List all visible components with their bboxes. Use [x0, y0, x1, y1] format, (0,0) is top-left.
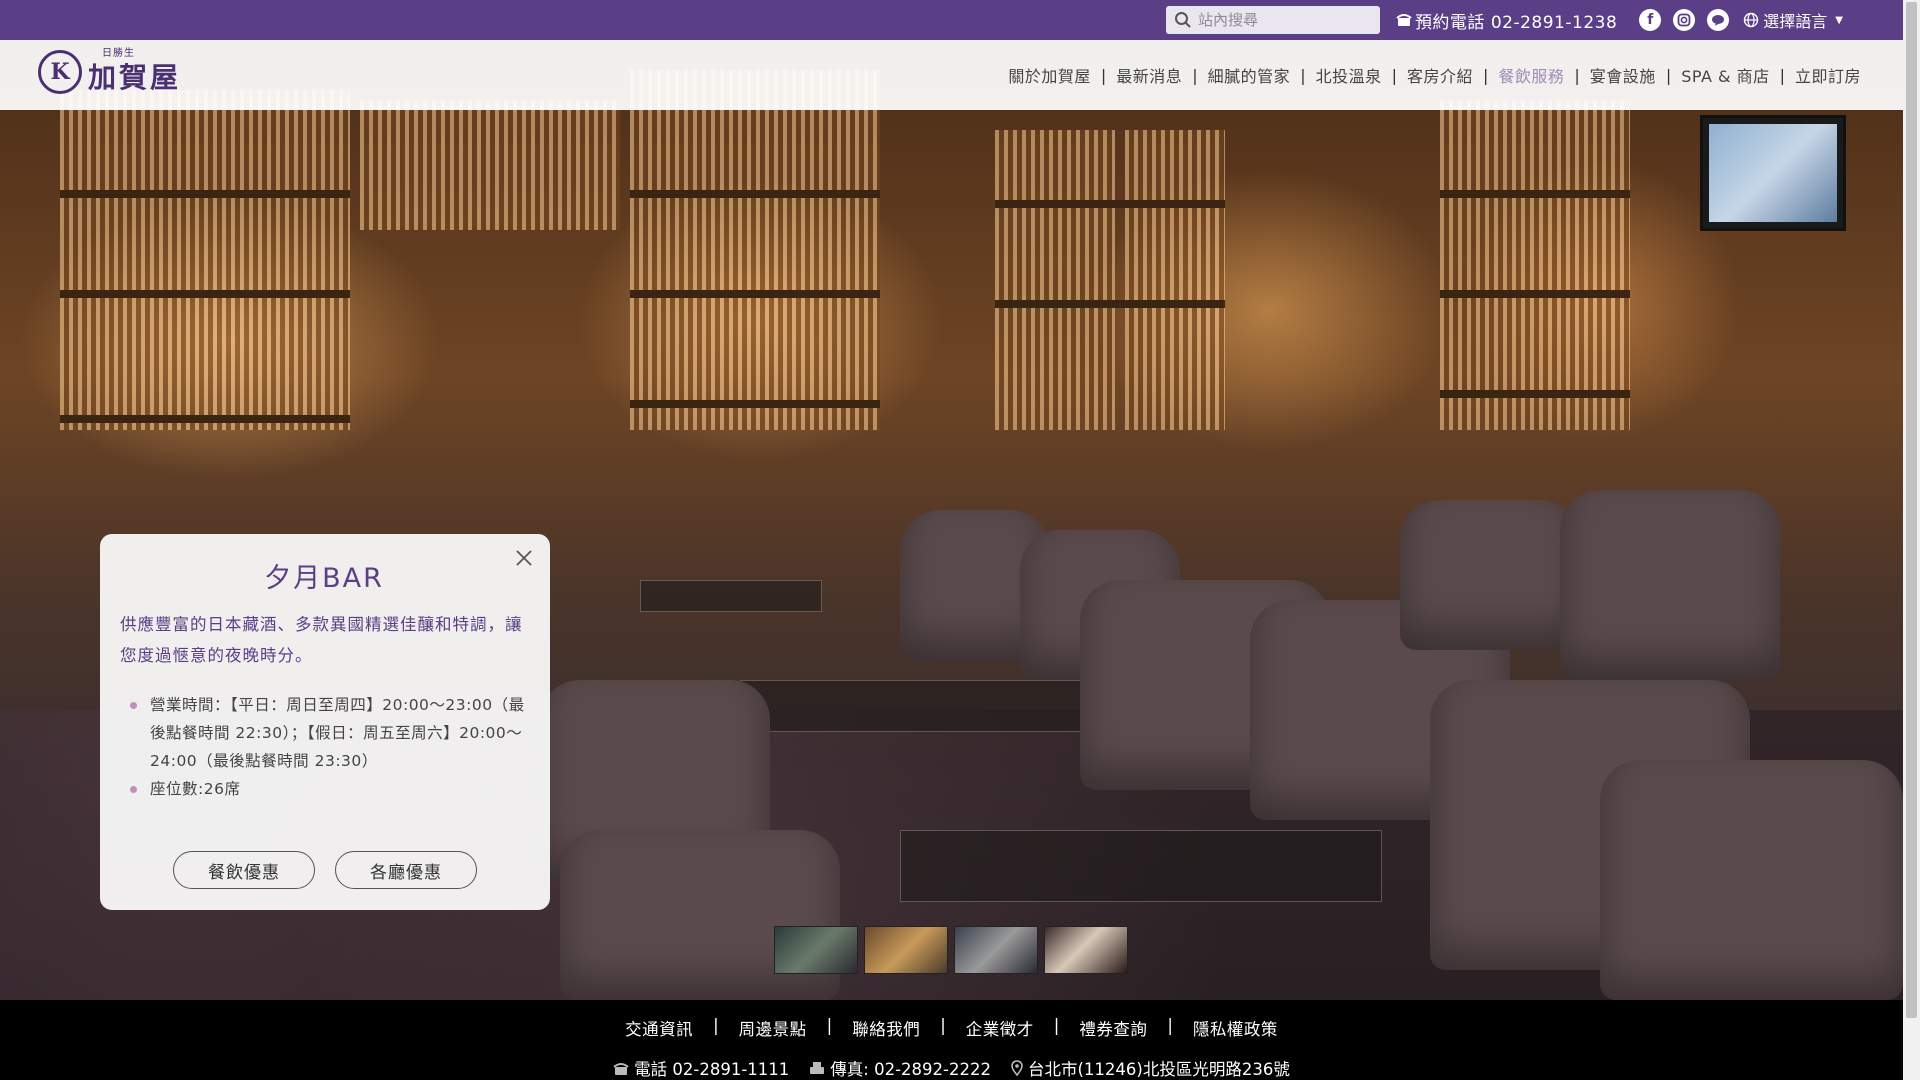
thumbnail[interactable] [1044, 926, 1128, 974]
nav-book-now[interactable]: 立即訂房 [1795, 63, 1861, 87]
nav-hot-spring[interactable]: 北投溫泉 [1316, 63, 1382, 87]
close-icon[interactable] [512, 546, 536, 570]
phone-icon [613, 1062, 629, 1075]
footer-link-privacy[interactable]: 隱私權政策 [1193, 1016, 1278, 1040]
armchair [560, 830, 840, 1000]
nav-spa-shop[interactable]: SPA & 商店 [1681, 63, 1769, 87]
line-icon[interactable] [1707, 9, 1730, 31]
footer-links: 交通資訊 | 周邊景點 | 聯絡我們 | 企業徵才 | 禮券查詢 | 隱私權政策 [625, 1016, 1278, 1040]
liquor-shelf [995, 130, 1115, 430]
main-nav: 關於加賀屋 | 最新消息 | 細膩的管家 | 北投溫泉 | 客房介紹 | 餐飲服… [1008, 40, 1861, 110]
instagram-icon[interactable] [1673, 9, 1696, 31]
globe-icon [1744, 12, 1759, 28]
search-input[interactable] [1195, 10, 1370, 30]
opening-hours: 營業時間：【平日：周日至周四】20:00～23:00（最後點餐時間 22:30）… [120, 691, 528, 775]
nav-about[interactable]: 關於加賀屋 [1008, 63, 1091, 87]
glass-table [900, 830, 1382, 902]
venue-title: 夕月BAR [264, 563, 384, 594]
booking-phone-label: 預約電話 02-2891-1238 [1414, 12, 1618, 33]
language-label: 選擇語言 [1763, 12, 1828, 31]
dining-offers-button[interactable]: 餐飲優惠 [173, 851, 315, 889]
nav-butler[interactable]: 細膩的管家 [1208, 63, 1291, 87]
logo-subtitle: 日勝生 [102, 48, 135, 59]
liquor-shelf [630, 70, 880, 430]
television [1700, 115, 1846, 231]
page-scrollbar[interactable] [1903, 0, 1920, 1080]
liquor-shelf [60, 90, 350, 430]
footer-link-contact[interactable]: 聯絡我們 [852, 1016, 920, 1040]
fax-icon [810, 1061, 825, 1074]
thumbnail[interactable] [864, 926, 948, 974]
search-icon[interactable] [1174, 11, 1192, 29]
venue-offers-button[interactable]: 各廳優惠 [335, 851, 477, 889]
footer-link-voucher[interactable]: 禮券查詢 [1079, 1016, 1147, 1040]
glass-table [740, 680, 1122, 732]
footer-phone: 電話 02-2891-1111 [613, 1056, 789, 1080]
scrollbar-thumb[interactable] [1906, 2, 1917, 1018]
venue-description: 供應豐富的日本藏酒、多款異國精選佳釀和特調，讓您度過愜意的夜晚時分。 [120, 615, 523, 665]
glass-table [640, 580, 822, 612]
footer-link-traffic[interactable]: 交通資訊 [625, 1016, 693, 1040]
main-header: K 日勝生 加賀屋 關於加賀屋 | 最新消息 | 細膩的管家 | 北投溫泉 | … [0, 40, 1903, 110]
liquor-shelf [360, 100, 620, 230]
nav-rooms[interactable]: 客房介紹 [1407, 63, 1473, 87]
armchair [1400, 500, 1580, 650]
nav-news[interactable]: 最新消息 [1116, 63, 1182, 87]
thumbnail[interactable] [954, 926, 1038, 974]
liquor-shelf [1440, 100, 1630, 430]
facebook-icon[interactable]: f [1639, 9, 1662, 31]
site-search[interactable] [1165, 6, 1380, 34]
nav-dining[interactable]: 餐飲服務 [1498, 63, 1564, 87]
armchair [1600, 760, 1903, 1000]
footer-link-careers[interactable]: 企業徵才 [966, 1016, 1034, 1040]
logo[interactable]: K 日勝生 加賀屋 [38, 48, 181, 96]
footer-link-attractions[interactable]: 周邊景點 [739, 1016, 807, 1040]
nav-banquet[interactable]: 宴會設施 [1590, 63, 1656, 87]
venue-details: 營業時間：【平日：周日至周四】20:00～23:00（最後點餐時間 22:30）… [120, 691, 528, 803]
phone-icon [1396, 14, 1412, 26]
footer-contact-info: 電話 02-2891-1111 傳真: 02-2892-2222 台北市(112… [0, 1056, 1903, 1080]
footer: 交通資訊 | 周邊景點 | 聯絡我們 | 企業徵才 | 禮券查詢 | 隱私權政策… [0, 1000, 1903, 1080]
map-pin-icon [1011, 1060, 1023, 1076]
top-bar: 預約電話 02-2891-1238 f 選擇語言 ▼ [0, 0, 1903, 40]
liquor-shelf [1125, 130, 1225, 430]
gallery-thumbnails [774, 926, 1128, 974]
armchair [1560, 490, 1780, 680]
seat-count: 座位數:26席 [120, 775, 528, 803]
booking-phone: 預約電話 02-2891-1238 [1396, 8, 1617, 33]
thumbnail[interactable] [774, 926, 858, 974]
footer-fax: 傳真: 02-2892-2222 [809, 1056, 991, 1080]
logo-title: 加賀屋 [88, 61, 182, 94]
language-selector[interactable]: 選擇語言 ▼ [1743, 8, 1843, 32]
chevron-down-icon: ▼ [1835, 14, 1843, 26]
venue-info-card: 夕月BAR 供應豐富的日本藏酒、多款異國精選佳釀和特調，讓您度過愜意的夜晚時分。… [100, 534, 550, 910]
logo-mark: K [38, 50, 82, 94]
footer-address: 台北市(11246)北投區光明路236號 [1011, 1056, 1290, 1080]
